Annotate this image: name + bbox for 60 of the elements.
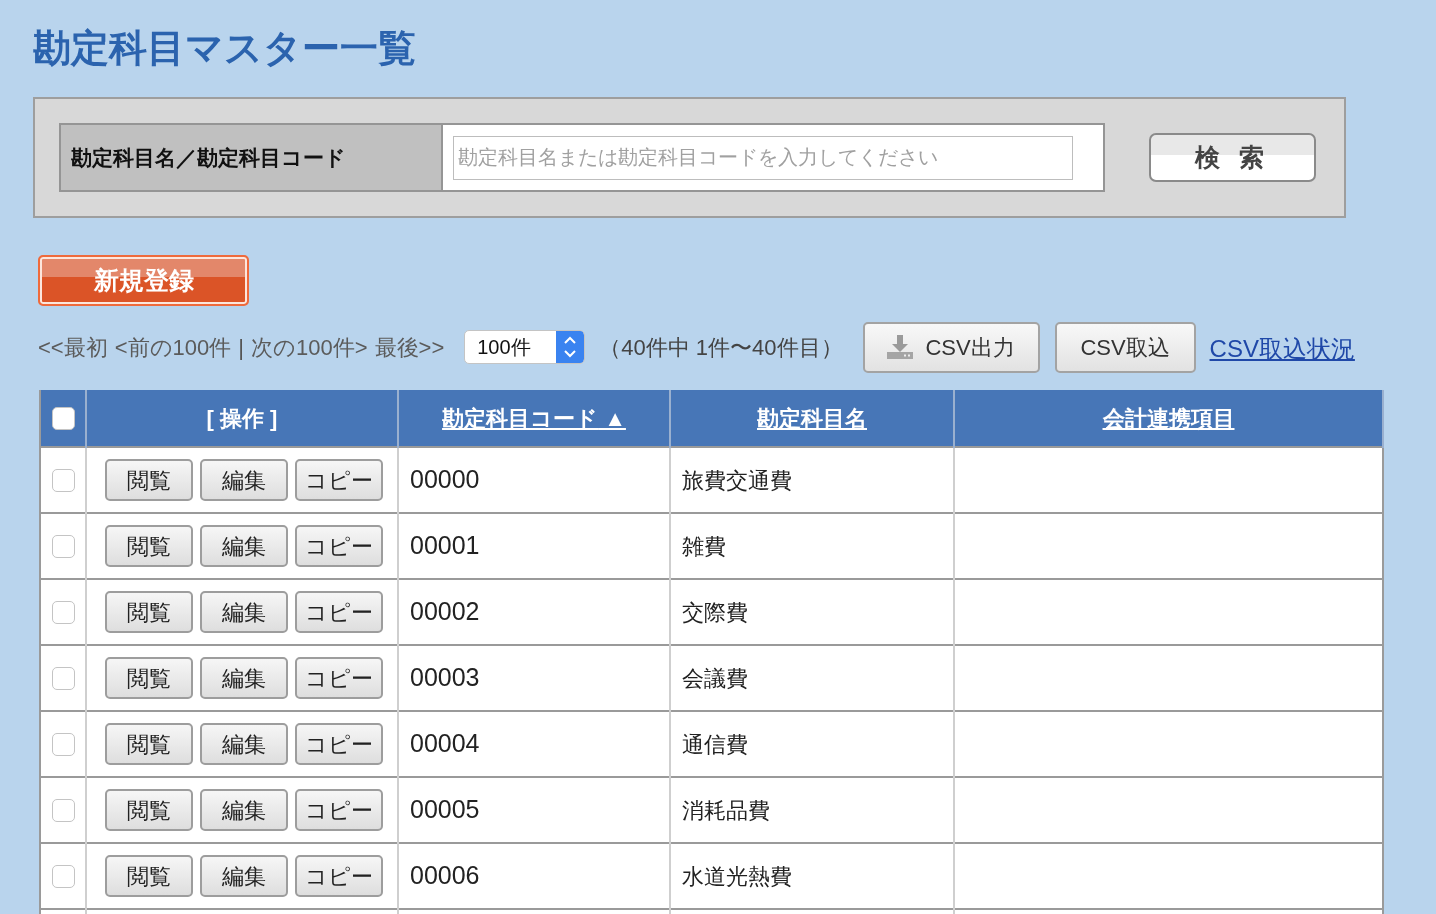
download-icon <box>887 335 914 359</box>
search-button[interactable]: 検 索 <box>1149 133 1316 182</box>
row-action-button[interactable]: 閲覧 <box>105 855 193 897</box>
row-action-button[interactable]: 閲覧 <box>105 657 193 699</box>
row-action-button[interactable]: コピー <box>295 525 383 567</box>
row-action-button[interactable]: コピー <box>295 855 383 897</box>
account-code: 00002 <box>410 597 480 626</box>
account-name: 交際費 <box>682 599 748 625</box>
row-action-button[interactable]: 編集 <box>200 789 288 831</box>
checkbox[interactable] <box>51 798 75 822</box>
per-page-select[interactable]: 100件 <box>464 330 586 364</box>
account-name: 水道光熱費 <box>682 863 792 889</box>
account-name: 旅費交通費 <box>682 467 792 493</box>
row-action-button[interactable]: 編集 <box>200 723 288 765</box>
csv-import-button[interactable]: CSV取込 <box>1054 321 1196 373</box>
record-summary: （40件中 1件〜40件目） <box>599 333 843 362</box>
row-action-button[interactable]: コピー <box>295 459 383 501</box>
account-code: 00001 <box>410 531 480 560</box>
checkbox[interactable] <box>51 600 75 624</box>
pagination-separator: | <box>238 333 244 362</box>
checkbox[interactable] <box>51 666 75 690</box>
row-action-button[interactable]: 閲覧 <box>105 591 193 633</box>
account-name: 通信費 <box>682 731 748 757</box>
csv-status-link[interactable]: CSV取込状況 <box>1209 331 1355 367</box>
csv-export-button[interactable]: CSV出力 <box>862 321 1040 373</box>
row-action-button[interactable]: 閲覧 <box>105 525 193 567</box>
row-action-button[interactable]: コピー <box>295 723 383 765</box>
checkbox[interactable] <box>51 406 75 430</box>
column-header: [ 操作 ] <box>206 405 278 431</box>
checkbox[interactable] <box>51 534 75 558</box>
column-sort-link[interactable]: 勘定科目名 <box>757 405 867 431</box>
account-name: 会議費 <box>682 665 748 691</box>
checkbox[interactable] <box>51 732 75 756</box>
row-action-button[interactable]: 編集 <box>200 855 288 897</box>
search-input[interactable]: 勘定科目名または勘定科目コードを入力してください <box>453 135 1073 180</box>
account-name: 消耗品費 <box>682 797 770 823</box>
row-action-button[interactable]: 編集 <box>200 657 288 699</box>
row-action-button[interactable]: コピー <box>295 591 383 633</box>
row-action-button[interactable]: コピー <box>295 789 383 831</box>
row-action-button[interactable]: 編集 <box>200 459 288 501</box>
search-label: 勘定科目名／勘定科目コード <box>71 144 346 171</box>
account-name: 雑費 <box>682 533 726 559</box>
row-action-button[interactable]: 閲覧 <box>105 789 193 831</box>
row-action-button[interactable]: 編集 <box>200 591 288 633</box>
row-action-button[interactable]: 閲覧 <box>105 723 193 765</box>
column-sort-link[interactable]: 会計連携項目 <box>1102 405 1235 431</box>
row-action-button[interactable]: 閲覧 <box>105 459 193 501</box>
page-title: 勘定科目マスター一覧 <box>33 26 416 71</box>
account-code: 00006 <box>410 861 480 890</box>
row-action-button[interactable]: コピー <box>295 657 383 699</box>
checkbox[interactable] <box>51 468 75 492</box>
row-action-button[interactable]: 編集 <box>200 525 288 567</box>
checkbox[interactable] <box>51 864 75 888</box>
account-code: 00004 <box>410 729 480 758</box>
account-code: 00000 <box>410 465 480 494</box>
new-registration-button[interactable]: 新規登録 <box>38 255 249 306</box>
account-code: 00003 <box>410 663 480 692</box>
stepper-icon <box>556 331 585 363</box>
account-code: 00005 <box>410 795 480 824</box>
column-sort-link[interactable]: 勘定科目コード ▲ <box>442 405 626 431</box>
